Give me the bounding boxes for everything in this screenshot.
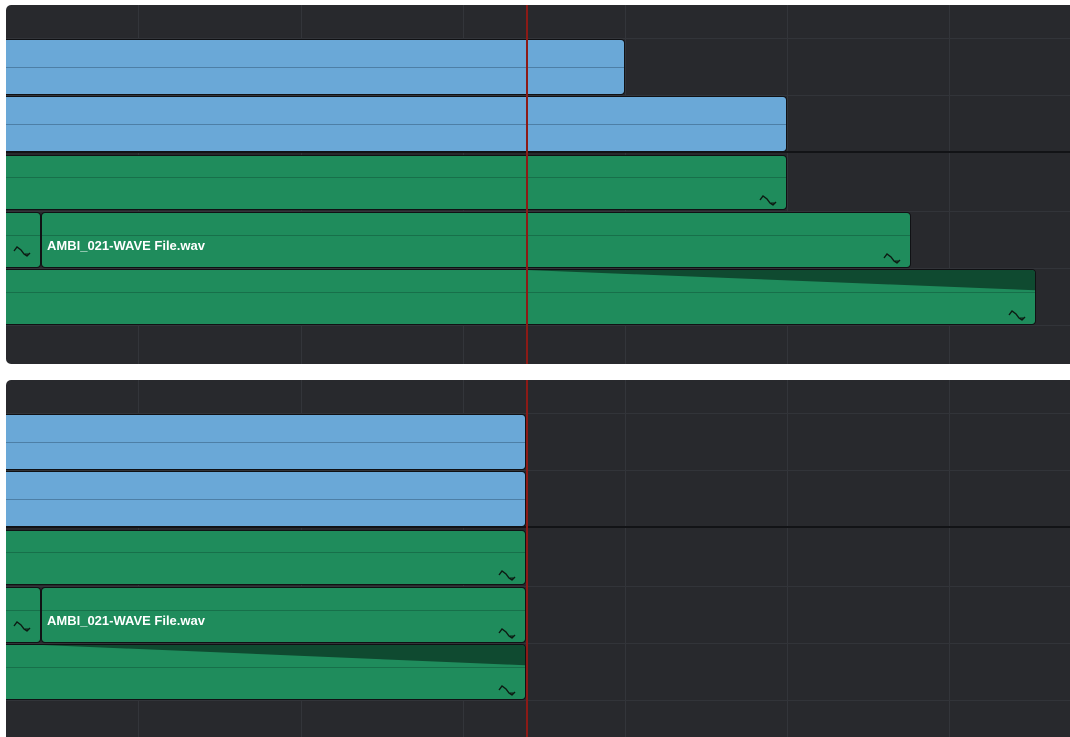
audio-clip-a1[interactable] bbox=[6, 530, 526, 585]
audio-clip-a3[interactable] bbox=[6, 269, 1036, 325]
audio-waveform-icon bbox=[12, 618, 34, 632]
audio-clip-ambi[interactable]: AMBI_021-WAVE File.wav bbox=[41, 587, 526, 643]
audio-waveform-icon bbox=[758, 192, 780, 206]
timeline-before-trim: AMBI_021-WAVE File.wav bbox=[6, 5, 1070, 364]
video-clip-v1[interactable] bbox=[6, 471, 526, 527]
clip-center-line bbox=[6, 124, 786, 125]
timeline-after-trim: AMBI_021-WAVE File.wav bbox=[6, 380, 1070, 737]
playhead[interactable] bbox=[526, 5, 528, 364]
clip-center-line bbox=[6, 234, 40, 236]
audio-clip-a1[interactable] bbox=[6, 155, 787, 210]
clip-center-line bbox=[6, 552, 525, 554]
audio-waveform-icon bbox=[497, 682, 519, 696]
clip-center-line bbox=[6, 291, 1035, 293]
volume-fade-curve bbox=[42, 645, 525, 666]
clip-name-label: AMBI_021-WAVE File.wav bbox=[47, 612, 205, 628]
audio-waveform-icon bbox=[497, 567, 519, 581]
audio-clip-a2-small[interactable] bbox=[6, 587, 41, 643]
audio-clip-a2-small[interactable] bbox=[6, 212, 41, 268]
grid-line bbox=[949, 380, 950, 737]
track-separator bbox=[6, 325, 1070, 326]
clip-center-line bbox=[6, 499, 525, 500]
video-clip-v1[interactable] bbox=[6, 96, 787, 152]
video-clip-v2[interactable] bbox=[6, 414, 526, 470]
track-separator bbox=[6, 700, 1070, 701]
video-clip-v2[interactable] bbox=[6, 39, 625, 95]
audio-waveform-icon bbox=[1007, 307, 1029, 321]
clip-center-line bbox=[42, 609, 525, 611]
playhead[interactable] bbox=[526, 380, 528, 737]
audio-waveform-icon bbox=[497, 625, 519, 639]
audio-clip-ambi[interactable]: AMBI_021-WAVE File.wav bbox=[41, 212, 911, 268]
audio-waveform-icon bbox=[882, 250, 904, 264]
clip-center-line bbox=[6, 666, 525, 668]
clip-center-line bbox=[6, 177, 786, 179]
clip-center-line bbox=[6, 67, 624, 68]
grid-line bbox=[787, 380, 788, 737]
volume-fade-curve bbox=[526, 270, 1035, 291]
grid-line bbox=[625, 380, 626, 737]
clip-center-line bbox=[42, 234, 910, 236]
audio-waveform-icon bbox=[12, 243, 34, 257]
clip-name-label: AMBI_021-WAVE File.wav bbox=[47, 237, 205, 253]
audio-clip-a3[interactable] bbox=[6, 644, 526, 700]
clip-center-line bbox=[6, 442, 525, 443]
clip-center-line bbox=[6, 609, 40, 611]
